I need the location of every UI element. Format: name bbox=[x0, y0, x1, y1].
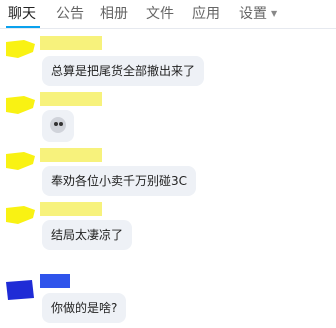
tab-settings-label: 设置 bbox=[239, 6, 267, 22]
avatar[interactable] bbox=[6, 38, 35, 58]
message-text: 你做的是啥? bbox=[51, 301, 118, 315]
group-tab-bar: 聊天 公告 相册 文件 应用 设置 ▼ bbox=[0, 0, 336, 29]
message-bubble[interactable] bbox=[42, 110, 74, 142]
message-text: 奉劝各位小卖千万别碰3C bbox=[51, 174, 188, 188]
sender-name bbox=[40, 148, 102, 162]
tab-chat[interactable]: 聊天 bbox=[8, 4, 36, 24]
skull-icon bbox=[50, 117, 66, 133]
tab-settings[interactable]: 设置 ▼ bbox=[239, 4, 277, 24]
tab-apps[interactable]: 应用 bbox=[192, 4, 220, 24]
message-bubble[interactable]: 结局太凄凉了 bbox=[42, 220, 133, 250]
message-text: 结局太凄凉了 bbox=[51, 228, 124, 242]
message-bubble[interactable]: 你做的是啥? bbox=[42, 293, 127, 323]
tab-album[interactable]: 相册 bbox=[100, 4, 128, 24]
tab-announcements[interactable]: 公告 bbox=[56, 4, 84, 24]
avatar[interactable] bbox=[6, 276, 34, 300]
sender-name bbox=[40, 202, 102, 216]
sender-name bbox=[40, 92, 102, 106]
avatar[interactable] bbox=[6, 94, 35, 114]
sender-name bbox=[40, 274, 70, 288]
active-tab-indicator bbox=[6, 26, 40, 28]
message-bubble[interactable]: 总算是把尾货全部撤出来了 bbox=[42, 56, 205, 86]
chevron-down-icon: ▼ bbox=[271, 9, 278, 18]
avatar[interactable] bbox=[6, 150, 35, 170]
message-text: 总算是把尾货全部撤出来了 bbox=[51, 64, 196, 78]
sender-name bbox=[40, 36, 102, 50]
message-bubble[interactable]: 奉劝各位小卖千万别碰3C bbox=[42, 166, 197, 196]
tab-files[interactable]: 文件 bbox=[146, 4, 174, 24]
avatar[interactable] bbox=[6, 204, 35, 224]
